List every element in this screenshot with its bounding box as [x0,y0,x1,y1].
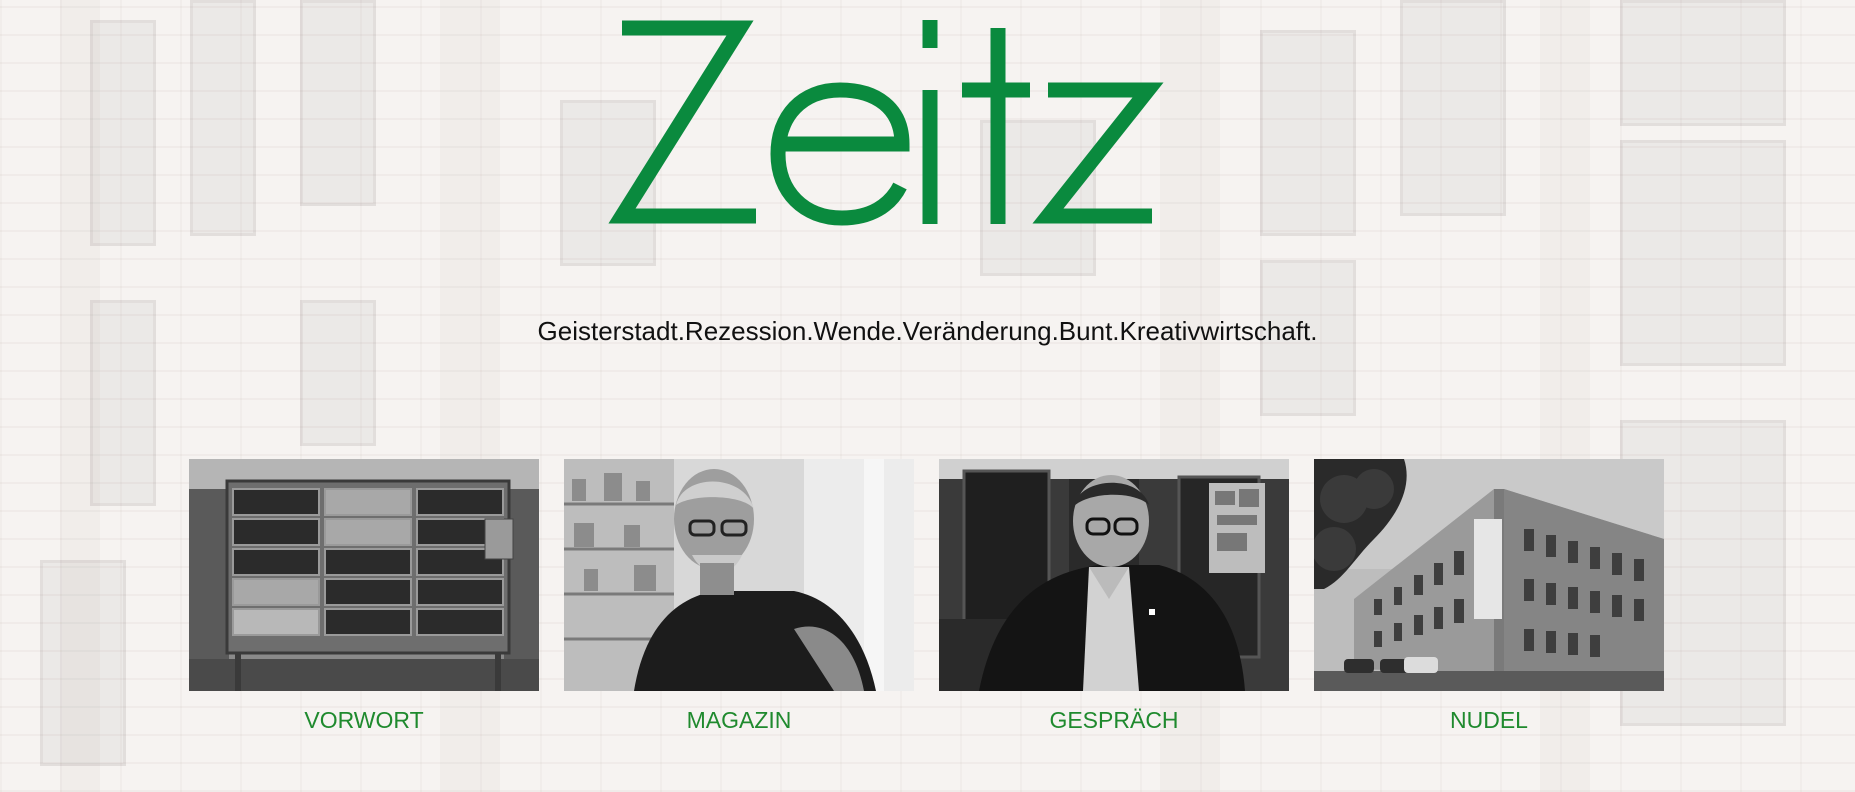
card-label-gesprach[interactable]: GESPRÄCH [1049,707,1178,734]
man-with-glasses-portrait-photo[interactable] [564,459,914,691]
card-label-nudel[interactable]: NUDEL [1450,707,1528,734]
factory-building-photo[interactable] [1314,459,1664,691]
tagline: Geisterstadt.Rezession.Wende.Veränderung… [537,316,1318,346]
zeitz-logo[interactable] [600,8,1250,238]
card-nudel[interactable]: NUDEL [1314,459,1664,734]
zeitz-logo-wordmark [608,20,1164,226]
man-in-suit-portrait-photo[interactable] [939,459,1289,691]
card-label-vorwort[interactable]: VORWORT [304,707,423,734]
card-magazin[interactable]: MAGAZIN [564,459,914,734]
card-label-magazin[interactable]: MAGAZIN [687,707,792,734]
card-vorwort[interactable]: VORWORT [189,459,539,734]
card-gesprach[interactable]: GESPRÄCH [939,459,1289,734]
mailboxes-photo[interactable] [189,459,539,691]
section-cards: VORWORT MAGAZIN GESPRÄCH NUDEL [189,459,1664,734]
